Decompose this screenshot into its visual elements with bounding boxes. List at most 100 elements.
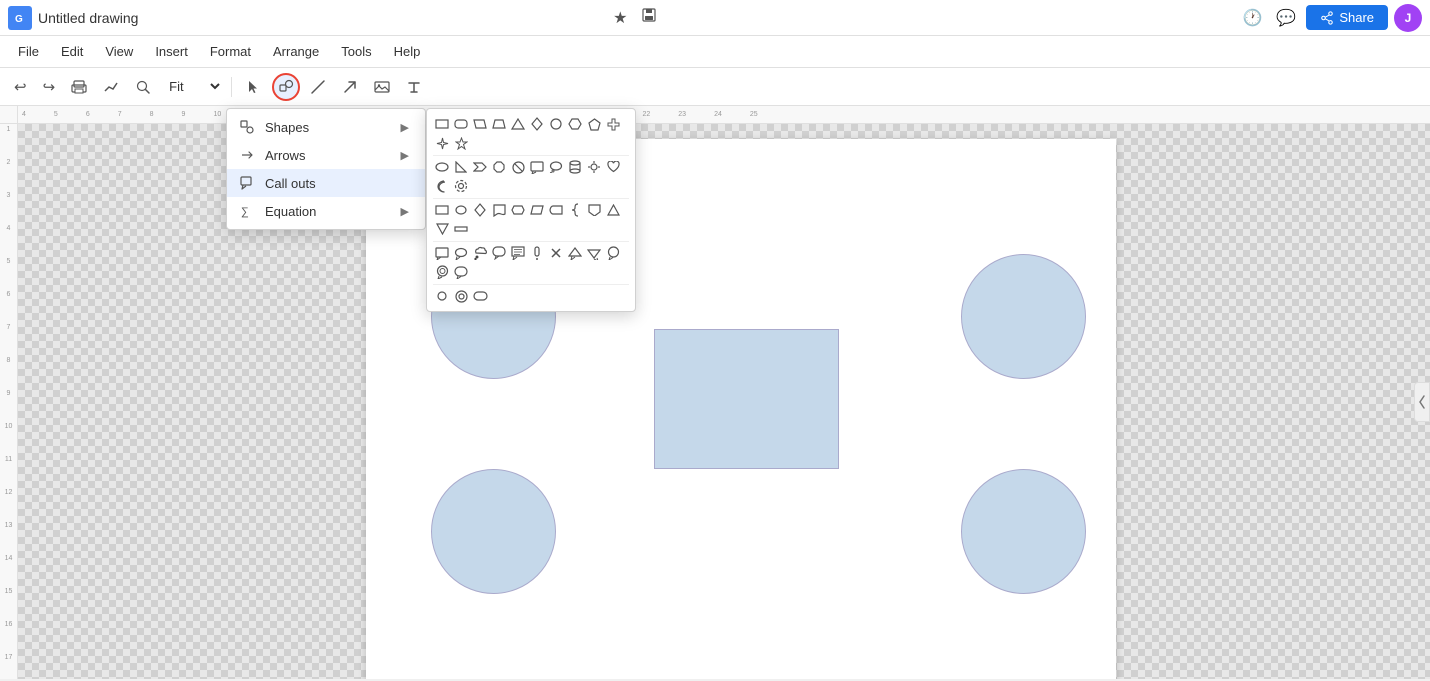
- shape-diamond[interactable]: [528, 115, 546, 133]
- shape-rect-callout[interactable]: [433, 244, 451, 262]
- circle-top-right[interactable]: [961, 254, 1086, 379]
- zoom-select[interactable]: Fit 50% 75% 100% 150% 200%: [161, 76, 223, 97]
- shape-chevron[interactable]: [471, 158, 489, 176]
- menu-file[interactable]: File: [8, 40, 49, 63]
- image-button[interactable]: [368, 75, 396, 99]
- shape-rtriangle[interactable]: [452, 158, 470, 176]
- document-title: Untitled drawing: [38, 10, 603, 26]
- undo-button[interactable]: ↩: [8, 74, 33, 100]
- shape-tri-down[interactable]: [433, 220, 451, 238]
- main-area: 1234567891011121314151617 45678910111213…: [0, 106, 1430, 679]
- redo-button[interactable]: ↪: [37, 74, 62, 100]
- shape-lines-callout[interactable]: [509, 244, 527, 262]
- menu-help[interactable]: Help: [384, 40, 431, 63]
- shape-gear[interactable]: [452, 177, 470, 195]
- menu-arrange[interactable]: Arrange: [263, 40, 329, 63]
- shape-ring-callout[interactable]: [433, 263, 451, 281]
- dropdown-item-equation[interactable]: ∑ Equation ▶: [227, 197, 425, 225]
- share-button[interactable]: Share: [1306, 5, 1388, 30]
- shape-no-sign[interactable]: [509, 158, 527, 176]
- shape-sun[interactable]: [585, 158, 603, 176]
- save-button[interactable]: [637, 5, 661, 30]
- collapse-button[interactable]: [1414, 382, 1430, 422]
- shapes-row-2: [433, 158, 629, 199]
- print-button[interactable]: [65, 75, 93, 99]
- shape-exclaim[interactable]: [528, 244, 546, 262]
- zoom-button[interactable]: [129, 75, 157, 99]
- shape-oval-callout[interactable]: [452, 244, 470, 262]
- shapes-dropdown-menu: Shapes ▶ Arrows ▶ Call outs ∑ Equation ▶: [226, 108, 426, 230]
- menu-insert[interactable]: Insert: [145, 40, 198, 63]
- shape-circle[interactable]: [547, 115, 565, 133]
- dropdown-equation-label: Equation: [265, 204, 316, 219]
- dropdown-arrows-arrow: ▶: [401, 149, 409, 162]
- shape-cylinder[interactable]: [566, 158, 584, 176]
- shape-heart[interactable]: [604, 158, 622, 176]
- menu-tools[interactable]: Tools: [331, 40, 381, 63]
- user-avatar[interactable]: J: [1394, 4, 1422, 32]
- dropdown-item-shapes[interactable]: Shapes ▶: [227, 113, 425, 141]
- shape-moon[interactable]: [433, 177, 451, 195]
- shape-x-mark[interactable]: [547, 244, 565, 262]
- circle-bottom-right[interactable]: [961, 469, 1086, 594]
- toolbar: ↩ ↪ Fit 50% 75% 100% 150% 200%: [0, 68, 1430, 106]
- menu-bar: File Edit View Insert Format Arrange Too…: [0, 36, 1430, 68]
- shape-round-callout[interactable]: [490, 244, 508, 262]
- svg-text:G: G: [15, 14, 23, 25]
- shape-circle-callout[interactable]: [604, 244, 622, 262]
- comment-button[interactable]: 💬: [1272, 6, 1300, 30]
- shape-cloud-callout[interactable]: [471, 244, 489, 262]
- shape-pentagon[interactable]: [585, 115, 603, 133]
- arrow-button[interactable]: [336, 75, 364, 99]
- shape-star[interactable]: [452, 134, 470, 152]
- shape-flow-rect[interactable]: [433, 201, 451, 219]
- line-button[interactable]: [304, 75, 332, 99]
- dropdown-item-callouts[interactable]: Call outs: [227, 169, 425, 197]
- shape-cross[interactable]: [604, 115, 622, 133]
- shape-snip[interactable]: [585, 201, 603, 219]
- shape-trapezoid[interactable]: [490, 115, 508, 133]
- shape-pill-callout[interactable]: [452, 263, 470, 281]
- menu-view[interactable]: View: [95, 40, 143, 63]
- text-button[interactable]: [400, 75, 428, 99]
- shape-stadium[interactable]: [471, 287, 489, 305]
- menu-edit[interactable]: Edit: [51, 40, 93, 63]
- app-logo: G: [8, 6, 32, 30]
- shapes-row-4: [433, 244, 629, 285]
- shape-tri-up[interactable]: [604, 201, 622, 219]
- shapes-button[interactable]: [272, 73, 300, 101]
- shape-curly-brace[interactable]: [566, 201, 584, 219]
- shape-triangle[interactable]: [509, 115, 527, 133]
- shape-flow-doc[interactable]: [490, 201, 508, 219]
- rect-center[interactable]: [654, 329, 839, 469]
- shape-flow-prep[interactable]: [509, 201, 527, 219]
- shape-ellipse[interactable]: [433, 158, 451, 176]
- dropdown-equation-arrow: ▶: [401, 205, 409, 218]
- circle-bottom-left[interactable]: [431, 469, 556, 594]
- shape-flow-data[interactable]: [528, 201, 546, 219]
- shape-speech[interactable]: [528, 158, 546, 176]
- shape-rect[interactable]: [433, 115, 451, 133]
- shape-star4[interactable]: [433, 134, 451, 152]
- shape-tri-callout[interactable]: [566, 244, 584, 262]
- shape-flow-oval[interactable]: [452, 201, 470, 219]
- arrows-icon: [239, 147, 255, 163]
- shape-octagon[interactable]: [490, 158, 508, 176]
- shape-down-callout[interactable]: [585, 244, 603, 262]
- shape-hexagon[interactable]: [566, 115, 584, 133]
- shape-small-circle[interactable]: [433, 287, 451, 305]
- shape-rect-wide[interactable]: [452, 220, 470, 238]
- star-button[interactable]: ★: [609, 6, 631, 30]
- shape-parallelogram[interactable]: [471, 115, 489, 133]
- shape-rounded-rect[interactable]: [452, 115, 470, 133]
- ruler-left: 1234567891011121314151617: [0, 106, 18, 679]
- shape-thought[interactable]: [547, 158, 565, 176]
- menu-format[interactable]: Format: [200, 40, 261, 63]
- dropdown-item-arrows[interactable]: Arrows ▶: [227, 141, 425, 169]
- shape-flow-diamond[interactable]: [471, 201, 489, 219]
- history-button[interactable]: 🕐: [1238, 6, 1266, 30]
- shape-flow-stored[interactable]: [547, 201, 565, 219]
- cursor-button[interactable]: [240, 75, 268, 99]
- spellcheck-button[interactable]: [97, 75, 125, 99]
- shape-donut[interactable]: [452, 287, 470, 305]
